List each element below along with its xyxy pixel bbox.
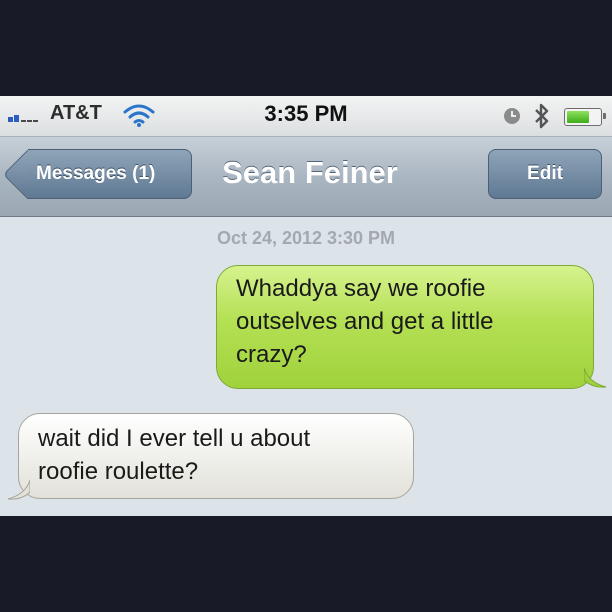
- phone-screen: AT&T 3:35 PM Messages (1) Sean Feiner Ed…: [0, 96, 612, 516]
- navigation-bar: Messages (1) Sean Feiner Edit: [0, 137, 612, 217]
- battery-level: [567, 111, 589, 123]
- status-bar: AT&T 3:35 PM: [0, 96, 612, 137]
- alarm-clock-icon: [504, 108, 520, 124]
- message-line: outselves and get a little: [236, 308, 494, 335]
- messages-back-button[interactable]: Messages (1): [28, 149, 192, 199]
- contact-name-title: Sean Feiner: [222, 155, 398, 190]
- received-message-bubble[interactable]: wait did I ever tell u about roofie roul…: [18, 413, 414, 499]
- message-line: roofie roulette?: [38, 458, 199, 485]
- message-line: crazy?: [236, 341, 307, 368]
- battery-icon: [564, 108, 606, 126]
- edit-button[interactable]: Edit: [488, 149, 602, 199]
- sent-bubble-tail: [584, 367, 607, 388]
- received-bubble-tail: [7, 479, 30, 500]
- message-line: Whaddya say we roofie: [236, 275, 486, 302]
- conversation-timestamp: Oct 24, 2012 3:30 PM: [216, 228, 396, 248]
- sent-message-bubble[interactable]: Whaddya say we roofie outselves and get …: [216, 265, 594, 389]
- message-line: wait did I ever tell u about: [38, 425, 311, 452]
- bluetooth-icon: [535, 103, 549, 129]
